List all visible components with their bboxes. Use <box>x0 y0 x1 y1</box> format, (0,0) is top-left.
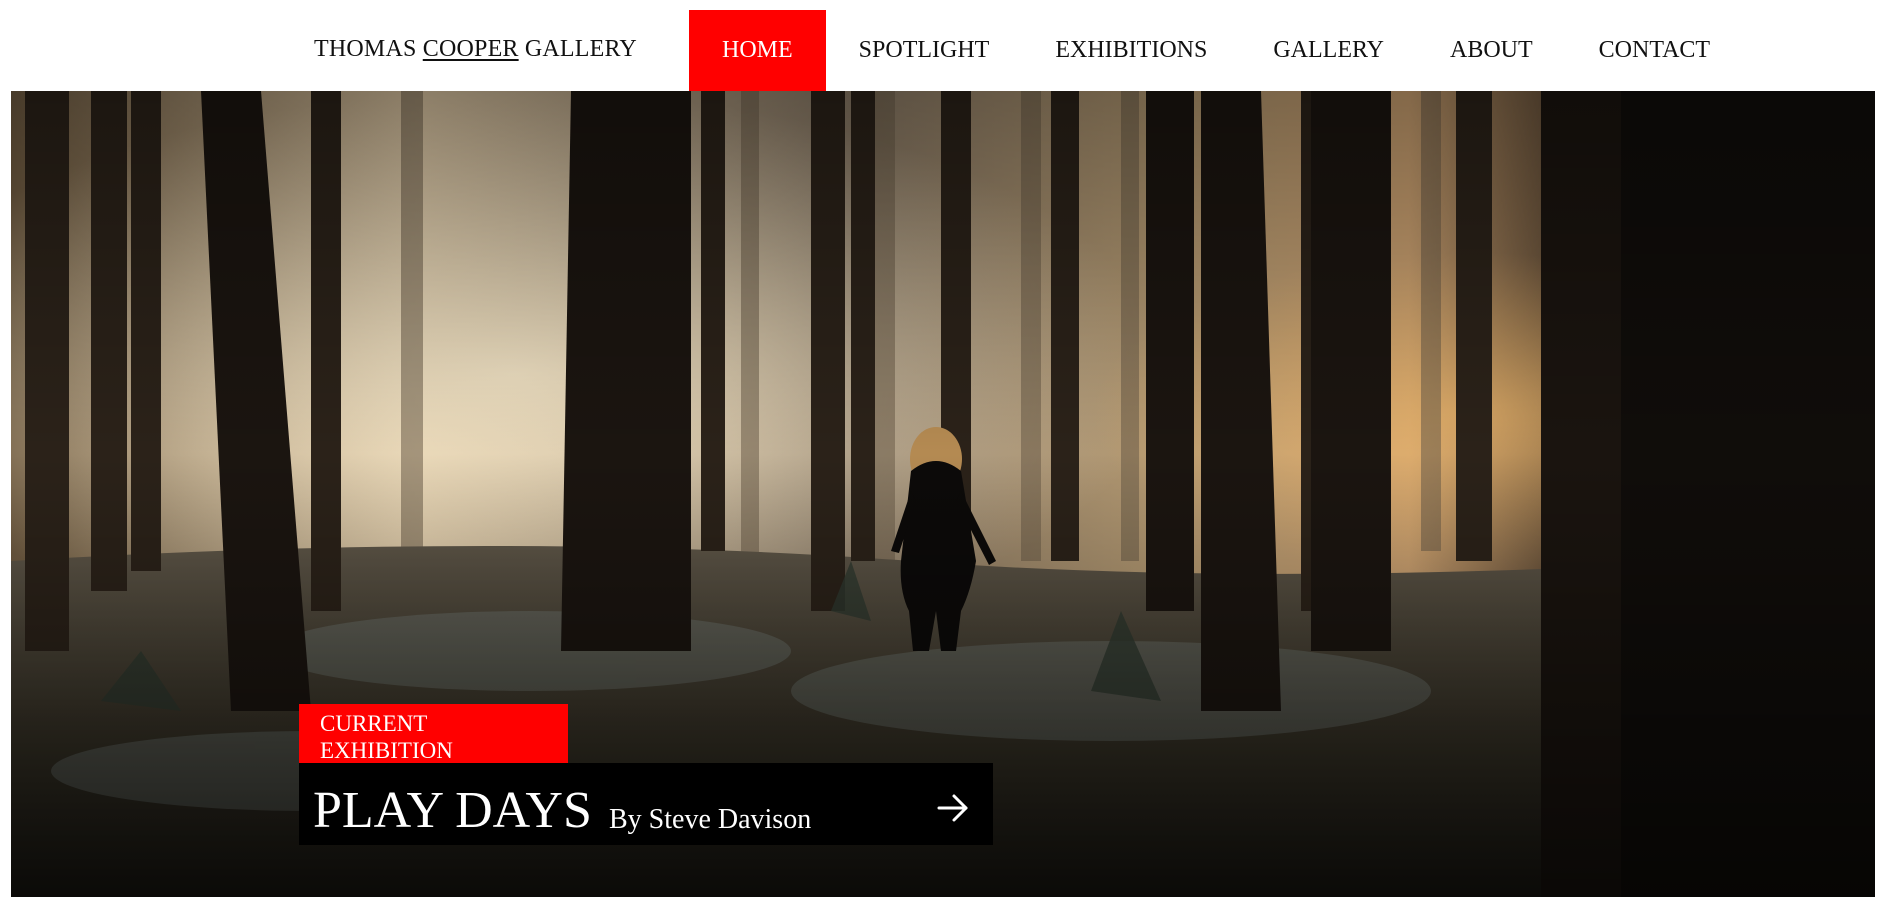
main-menu: HOME SPOTLIGHT EXHIBITIONS GALLERY ABOUT… <box>689 10 1743 91</box>
site-logo[interactable]: THOMAS COOPER GALLERY <box>314 34 637 64</box>
brand-prefix: THOMAS <box>314 36 417 62</box>
badge-line-1: CURRENT <box>320 711 428 736</box>
top-navigation: THOMAS COOPER GALLERY HOME SPOTLIGHT EXH… <box>0 0 1886 91</box>
exhibition-card[interactable]: PLAY DAYS By Steve Davison <box>299 763 993 845</box>
current-exhibition-badge: CURRENT EXHIBITION <box>299 704 568 763</box>
exhibition-artist: By Steve Davison <box>609 804 812 835</box>
badge-line-2: EXHIBITION <box>320 738 453 763</box>
arrow-right-icon[interactable] <box>936 791 970 825</box>
page: THOMAS COOPER GALLERY HOME SPOTLIGHT EXH… <box>0 0 1886 897</box>
nav-item-exhibitions[interactable]: EXHIBITIONS <box>1022 10 1240 91</box>
nav-item-gallery[interactable]: GALLERY <box>1240 10 1417 91</box>
brand-suffix: GALLERY <box>524 36 637 62</box>
nav-item-home[interactable]: HOME <box>689 10 826 91</box>
brand-underlined: COOPER <box>422 36 519 62</box>
nav-item-contact[interactable]: CONTACT <box>1566 10 1743 91</box>
exhibition-title: PLAY DAYS <box>313 782 592 839</box>
nav-item-about[interactable]: ABOUT <box>1417 10 1566 91</box>
nav-item-spotlight[interactable]: SPOTLIGHT <box>826 10 1023 91</box>
